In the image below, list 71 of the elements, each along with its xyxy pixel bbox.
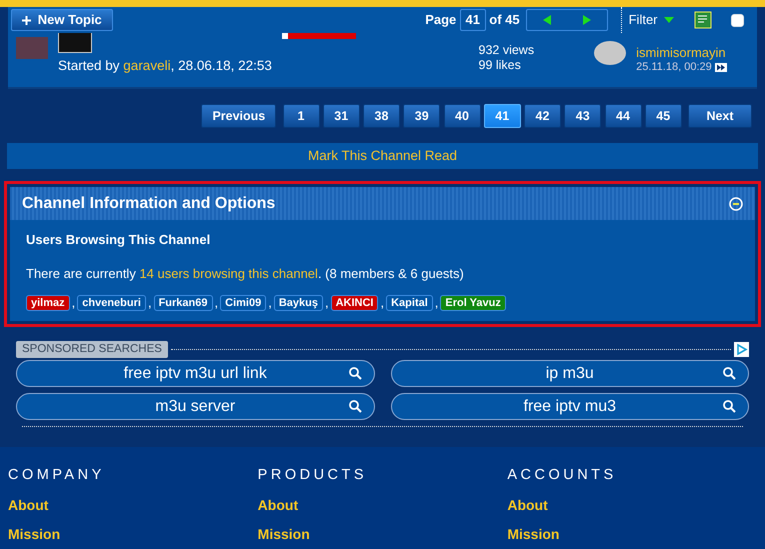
page-count: of 45 [489,11,520,30]
page-button[interactable]: 44 [604,104,642,128]
edit-document-icon[interactable] [694,11,712,29]
ad-choices-icon[interactable] [734,342,749,357]
comma-separator: , [268,294,272,312]
user-tag[interactable]: Baykuş [274,294,323,311]
user-tag[interactable]: chveneburi [77,294,146,311]
mark-read-link[interactable]: Mark This Channel Read [308,146,458,166]
user-tag[interactable]: Cimi09 [220,294,266,311]
footer-link[interactable]: About [258,494,508,516]
user-tag[interactable]: yilmaz [26,294,70,311]
browsing-sentence: There are currently 14 users browsing this channel. (8 members & 6 guests) [26,264,465,283]
comma-separator: , [434,294,438,312]
footer-link[interactable]: About [8,494,258,516]
search-icon [723,400,736,413]
page-label: Page [425,11,456,30]
search-suggestion-button[interactable]: free iptv mu3 [390,392,749,420]
page-button[interactable]: 39 [403,104,440,128]
comma-separator: , [148,294,152,312]
footer-link[interactable]: About [507,494,758,516]
sponsored-label: SPONSORED SEARCHES [16,340,168,358]
comma-separator: , [324,294,329,312]
page-button[interactable]: 42 [524,104,561,128]
page-button[interactable]: 31 [322,104,360,128]
page-button[interactable]: 1 [282,104,320,128]
page-button[interactable]: 40 [444,104,480,128]
section-heading: Users Browsing This Channel [26,231,212,249]
footer-heading: COMPANY [8,466,106,485]
footer-link[interactable]: Mission [507,524,758,544]
page-button[interactable]: 43 [564,104,602,128]
page-button[interactable]: 41 [484,104,521,128]
footer-link[interactable]: Mission [258,524,508,544]
started-by-text: Started by garaveli, 28.06.18, 22:53 [58,57,272,76]
page-number-field[interactable]: 41 [460,9,486,31]
search-icon [348,400,362,413]
user-tag[interactable]: Kapital [386,294,433,311]
search-icon [348,366,362,380]
left-triangle-icon [543,15,552,25]
page-button[interactable]: Next [688,104,752,128]
search-suggestion-button[interactable]: free iptv m3u url link [16,360,374,387]
topic-image-placeholder [58,33,92,53]
likes-count: 99 likes [478,58,522,73]
search-icon [723,366,736,380]
comma-separator: , [380,294,384,312]
avatar-placeholder [16,37,48,59]
user-tag[interactable]: Furkan69 [154,294,212,311]
views-count: 932 views [478,43,534,58]
new-topic-button[interactable]: New Topic [11,9,113,31]
footer-heading: ACCOUNTS [507,466,618,485]
right-triangle-icon [583,15,592,25]
collapse-icon[interactable] [729,196,743,210]
search-suggestion-button[interactable]: m3u server [16,392,374,420]
go-to-last-post-icon[interactable] [715,63,727,72]
plus-icon [22,16,32,24]
dropdown-caret-icon [664,17,674,23]
last-poster-link[interactable]: ismimisormayin [636,45,727,60]
footer-link[interactable]: Mission [8,524,258,544]
search-suggestion-button[interactable]: ip m3u [390,360,749,387]
last-post-date: 25.11.18, 00:29 [636,60,712,75]
page-button[interactable]: 38 [363,104,400,128]
panel-title: Channel Information and Options [22,194,276,214]
user-avatar-placeholder [594,41,626,65]
footer-heading: PRODUCTS [258,466,368,485]
comma-separator: , [214,294,218,312]
page-button[interactable]: 45 [644,104,682,128]
page-button[interactable]: Previous [201,104,276,128]
select-all-checkbox[interactable] [731,14,744,26]
user-tag[interactable]: AKINCI [330,294,378,311]
users-browsing-link[interactable]: 14 users browsing this channel [139,266,318,280]
comma-separator: , [72,294,76,312]
user-tag[interactable]: Erol Yavuz [440,294,506,311]
